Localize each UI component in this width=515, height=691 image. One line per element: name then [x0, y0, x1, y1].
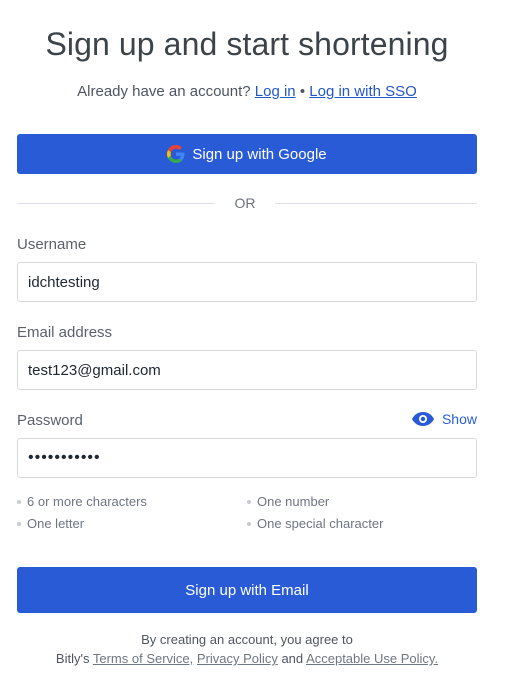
requirement-text: One letter	[27, 516, 85, 531]
requirement-text: One number	[257, 494, 330, 509]
terms-line-1: By creating an account, you agree to	[141, 632, 353, 647]
or-divider: OR	[17, 194, 477, 214]
show-password-label: Show	[441, 411, 477, 427]
google-icon	[167, 145, 185, 163]
google-signup-button[interactable]: Sign up with Google	[17, 134, 477, 174]
sso-login-link[interactable]: Log in with SSO	[309, 83, 417, 100]
terms-of-service-link[interactable]: Terms of Service,	[93, 651, 193, 666]
requirement-item: One number	[247, 494, 329, 509]
requirement-item: 6 or more characters	[17, 494, 147, 509]
bullet-dot	[17, 499, 21, 504]
terms-and-text: and	[281, 651, 304, 666]
acceptable-use-link[interactable]: Acceptable Use Policy.	[306, 651, 438, 666]
privacy-policy-link[interactable]: Privacy Policy	[197, 651, 278, 666]
email-label: Email address	[17, 324, 113, 341]
bullet-dot	[17, 521, 21, 526]
show-password-toggle[interactable]: Show	[411, 411, 477, 427]
requirement-text: 6 or more characters	[27, 494, 147, 509]
eye-icon	[411, 412, 434, 426]
separator-dot: •	[299, 83, 306, 100]
page-title: Sign up and start shortening	[45, 26, 449, 62]
signup-page: Sign up and start shortening Already hav…	[0, 0, 515, 691]
login-link[interactable]: Log in	[255, 83, 296, 100]
email-field[interactable]	[17, 350, 477, 390]
email-signup-button[interactable]: Sign up with Email	[17, 567, 477, 613]
terms-notice: By creating an account, you agree to Bit…	[0, 630, 494, 668]
or-text: OR	[234, 195, 256, 211]
login-prompt: Already have an account? Log in • Log in…	[0, 83, 494, 100]
google-button-label: Sign up with Google	[192, 145, 327, 163]
already-account-text: Already have an account?	[77, 83, 251, 100]
divider-line-left	[17, 203, 215, 204]
requirement-text: One special character	[257, 516, 384, 531]
divider-line-right	[275, 203, 477, 204]
requirement-item: One special character	[247, 516, 383, 531]
password-field[interactable]	[17, 438, 477, 478]
terms-prefix: Bitly's	[55, 651, 90, 666]
username-field[interactable]	[17, 262, 477, 302]
bullet-dot	[247, 521, 251, 526]
username-label: Username	[17, 236, 87, 253]
bullet-dot	[247, 499, 251, 504]
terms-line-2: Bitly's Terms of Service, Privacy Policy…	[0, 649, 494, 668]
requirement-item: One letter	[17, 516, 84, 531]
password-label: Password	[17, 412, 83, 429]
